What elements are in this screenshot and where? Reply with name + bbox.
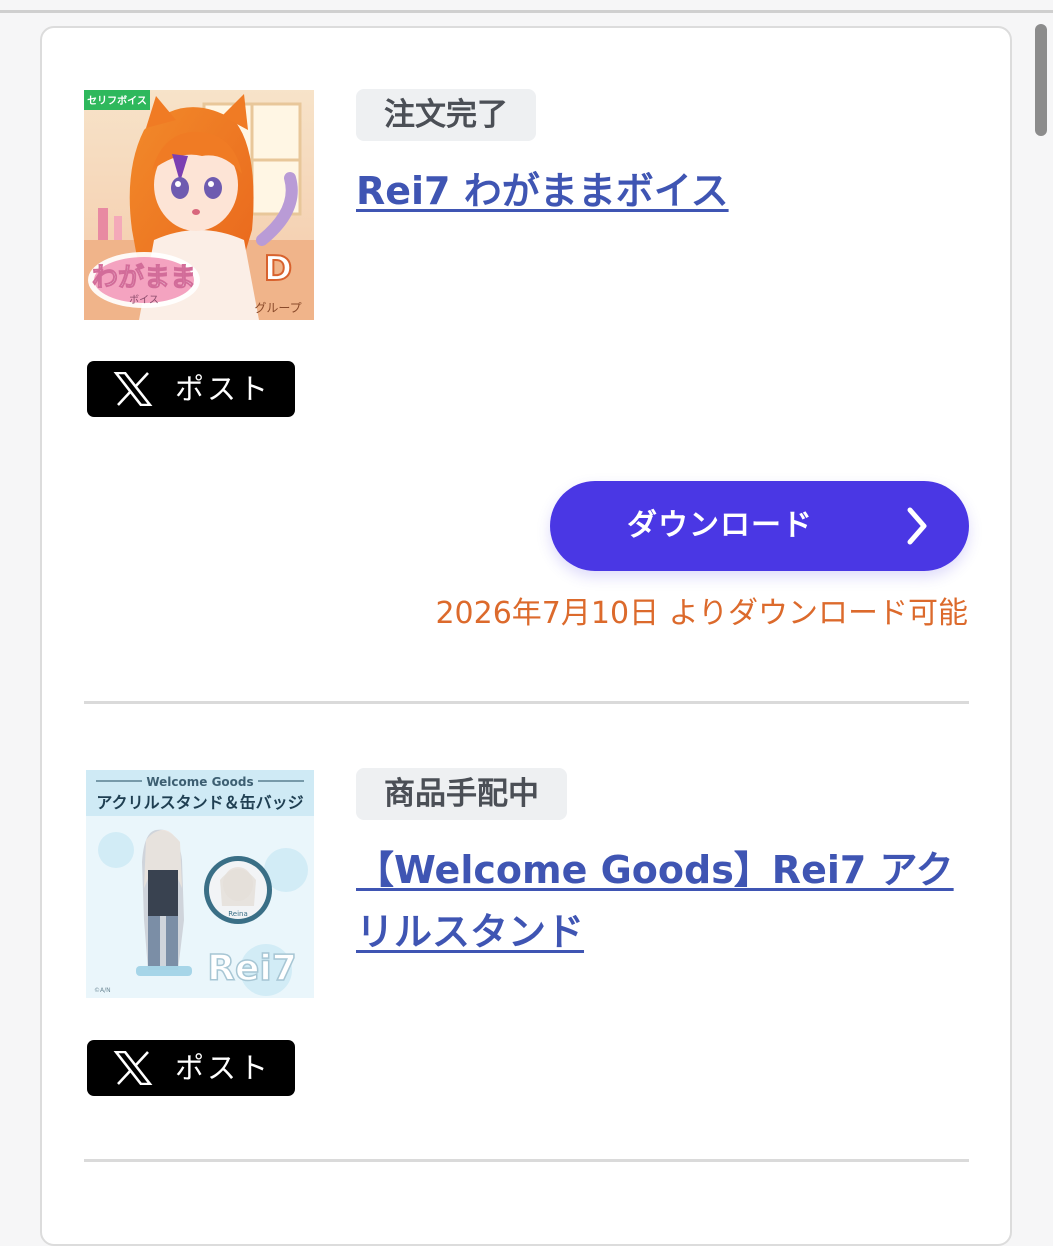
thumbnail-group-label: グループ <box>254 301 301 315</box>
status-badge: 商品手配中 <box>356 768 567 820</box>
status-badge: 注文完了 <box>356 89 536 141</box>
download-availability-note: 2026年7月10日 よりダウンロード可能 <box>435 596 968 631</box>
download-button-label: ダウンロード <box>627 508 813 543</box>
thumbnail-tag: セリフボイス <box>87 94 147 107</box>
scrollbar-track[interactable] <box>1033 0 1053 1200</box>
post-button-label: ポスト <box>175 1051 272 1085</box>
product-thumbnail-voice[interactable]: わがまま ボイス D グループ セリフボイス <box>84 90 314 320</box>
chevron-right-icon <box>904 506 930 550</box>
scrollbar-thumb[interactable] <box>1035 24 1047 136</box>
x-post-button[interactable]: ポスト <box>87 1040 295 1096</box>
download-button[interactable]: ダウンロード <box>550 481 969 571</box>
thumbnail-header: Welcome Goods <box>146 775 253 789</box>
product-title-link[interactable]: 【Welcome Goods】Rei7 アクリルスタンド <box>356 839 956 963</box>
thumbnail-logo-text: わがまま <box>92 262 196 293</box>
top-divider <box>0 10 1053 13</box>
thumbnail-logo-sub: ボイス <box>129 294 159 306</box>
thumbnail-subheader: アクリルスタンド＆缶バッジ <box>96 793 303 812</box>
order-divider <box>84 1159 969 1162</box>
thumbnail-group-letter: D <box>264 249 292 289</box>
post-button-label: ポスト <box>175 372 272 406</box>
product-title-link[interactable]: Rei7 わがままボイス <box>356 160 956 222</box>
order-divider <box>84 701 969 704</box>
thumbnail-badge-name: Reina <box>228 910 248 918</box>
thumbnail-credit: ©A/N <box>94 987 111 994</box>
product-thumbnail-goods[interactable]: Welcome Goods アクリルスタンド＆缶バッジ Reina Rei7 ©… <box>86 770 314 998</box>
x-logo-icon <box>113 1050 153 1089</box>
x-post-button[interactable]: ポスト <box>87 361 295 417</box>
thumbnail-brand: Rei7 <box>207 948 297 989</box>
x-logo-icon <box>113 371 153 410</box>
